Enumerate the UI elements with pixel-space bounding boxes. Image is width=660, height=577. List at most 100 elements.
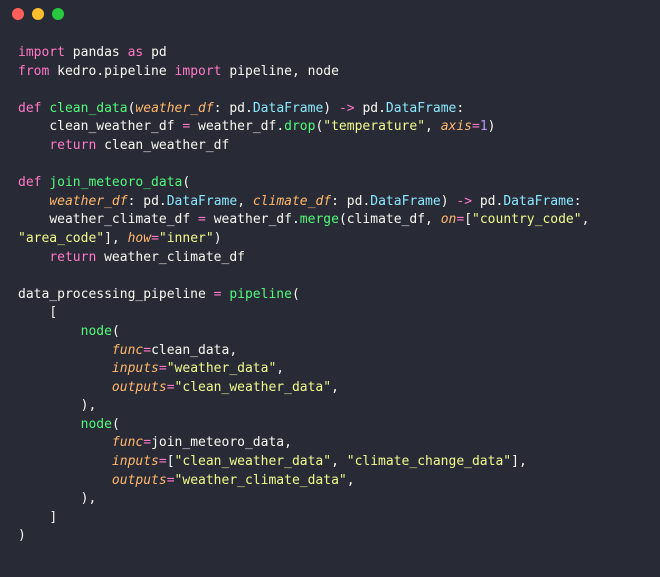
call-node: node (81, 417, 112, 432)
kwarg-outputs: outputs (112, 473, 167, 488)
editor-window: import pandas as pd from kedro.pipeline … (0, 0, 660, 577)
comma: , (582, 212, 590, 227)
str-area-code: "area_code" (18, 231, 104, 246)
kwarg-inputs: inputs (112, 454, 159, 469)
equals: = (456, 212, 464, 227)
window-titlebar (0, 0, 660, 28)
dot: . (245, 101, 253, 116)
colon: : (456, 101, 464, 116)
equals: = (472, 119, 480, 134)
param-climate-df: climate_df (253, 194, 331, 209)
comma: , (331, 380, 339, 395)
type-pd: pd (362, 101, 378, 116)
comma: , (88, 491, 96, 506)
bracket-open: [ (49, 305, 57, 320)
str-inner: "inner" (159, 231, 214, 246)
equals: = (167, 473, 175, 488)
arrow: -> (456, 194, 472, 209)
var-weather-df: weather_df (198, 119, 276, 134)
keyword-as: as (128, 45, 144, 60)
str-clean-weather-data: "clean_weather_data" (175, 380, 332, 395)
comma: , (112, 231, 120, 246)
kwarg-axis: axis (441, 119, 472, 134)
keyword-def: def (18, 101, 41, 116)
kwarg-func: func (112, 343, 143, 358)
import-pipeline: pipeline (229, 64, 292, 79)
def-clean-data: clean_data (49, 101, 127, 116)
type-dataframe: DataFrame (167, 194, 237, 209)
bracket-close: ] (104, 231, 112, 246)
minimize-window-button[interactable] (32, 8, 44, 20)
ref-clean-data: clean_data (151, 343, 229, 358)
bracket-open: [ (167, 454, 175, 469)
type-pd: pd (143, 194, 159, 209)
colon: : (128, 194, 136, 209)
equals: = (214, 287, 222, 302)
type-pd: pd (480, 194, 496, 209)
equals: = (151, 231, 159, 246)
equals: = (182, 119, 190, 134)
num-1: 1 (480, 119, 488, 134)
str-weather-data: "weather_data" (167, 361, 277, 376)
kwarg-inputs: inputs (112, 361, 159, 376)
type-dataframe: DataFrame (503, 194, 573, 209)
type-dataframe: DataFrame (370, 194, 440, 209)
var-weather-climate-df: weather_climate_df (104, 250, 245, 265)
kwarg-func: func (112, 435, 143, 450)
code-area[interactable]: import pandas as pd from kedro.pipeline … (0, 28, 660, 564)
str-country-code: "country_code" (472, 212, 582, 227)
keyword-import: import (18, 45, 65, 60)
close-window-button[interactable] (12, 8, 24, 20)
call-node: node (81, 324, 112, 339)
colon: : (574, 194, 582, 209)
call-pipeline: pipeline (229, 287, 292, 302)
method-drop: drop (284, 119, 315, 134)
str-climate-change-data: "climate_change_data" (347, 454, 511, 469)
comma: , (292, 64, 300, 79)
bracket-close: ] (49, 510, 57, 525)
paren-close: ) (488, 119, 496, 134)
method-merge: merge (300, 212, 339, 227)
paren-open: ( (182, 175, 190, 190)
equals: = (198, 212, 206, 227)
paren-close: ) (214, 231, 222, 246)
comma: , (229, 343, 237, 358)
type-pd: pd (229, 101, 245, 116)
comma: , (425, 212, 433, 227)
var-weather-climate-df: weather_climate_df (49, 212, 190, 227)
alias-pd: pd (151, 45, 167, 60)
keyword-return: return (49, 138, 96, 153)
dot: . (378, 101, 386, 116)
param-weather-df: weather_df (135, 101, 213, 116)
dot: . (159, 194, 167, 209)
module-kedro-pipeline: kedro.pipeline (57, 64, 167, 79)
str-temperature: "temperature" (323, 119, 425, 134)
var-clean-weather-df: clean_weather_df (49, 119, 174, 134)
maximize-window-button[interactable] (52, 8, 64, 20)
dot: . (276, 119, 284, 134)
dot: . (292, 212, 300, 227)
equals: = (159, 454, 167, 469)
def-join-meteoro-data: join_meteoro_data (49, 175, 182, 190)
paren-close: ) (18, 528, 26, 543)
paren-open: ( (339, 212, 347, 227)
str-weather-climate-data: "weather_climate_data" (175, 473, 347, 488)
keyword-return: return (49, 250, 96, 265)
keyword-import: import (175, 64, 222, 79)
equals: = (143, 435, 151, 450)
paren-open: ( (292, 287, 300, 302)
equals: = (143, 343, 151, 358)
equals: = (159, 361, 167, 376)
keyword-from: from (18, 64, 49, 79)
paren-close: ) (323, 101, 331, 116)
type-pd: pd (347, 194, 363, 209)
paren-open: ( (112, 324, 120, 339)
comma: , (425, 119, 433, 134)
bracket-open: [ (464, 212, 472, 227)
var-weather-df: weather_df (214, 212, 292, 227)
var-climate-df: climate_df (347, 212, 425, 227)
colon: : (331, 194, 339, 209)
equals: = (167, 380, 175, 395)
type-dataframe: DataFrame (253, 101, 323, 116)
comma: , (276, 361, 284, 376)
